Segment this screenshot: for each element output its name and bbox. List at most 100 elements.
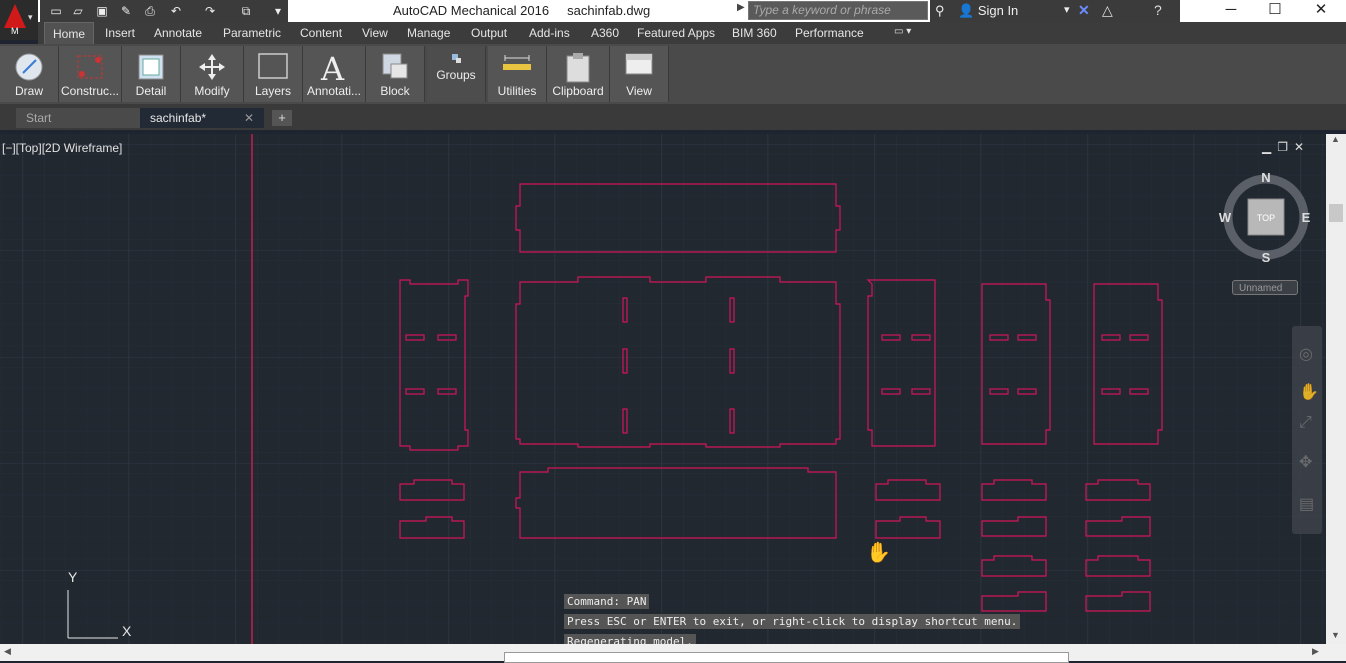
tab-content[interactable]: Content [300,26,342,40]
tab-parametric[interactable]: Parametric [223,26,281,40]
detail-icon [138,54,164,80]
scroll-up-icon[interactable]: ▲ [1331,134,1340,144]
drawing-canvas: Y X TOP N S E W [0,134,1326,644]
viewcube-top-face[interactable]: TOP [1257,213,1275,223]
modify-panel-button[interactable]: Modify [181,46,244,102]
compass-east[interactable]: E [1302,210,1311,225]
app-title: AutoCAD Mechanical 2016 [393,3,550,18]
viewport-minimize-icon[interactable]: ▁ [1262,140,1277,154]
binoculars-icon[interactable]: ⚲ [935,3,945,19]
tab-bim-360[interactable]: BIM 360 [732,26,777,40]
showmotion-icon[interactable]: ▤ [1299,494,1314,514]
detail-panel-button[interactable]: Detail [122,46,181,102]
search-expand-icon[interactable]: ▶ [737,2,745,13]
new-tab-button[interactable]: + [272,110,292,126]
layers-panel-button[interactable]: Layers [244,46,303,102]
sign-in-dropdown-icon[interactable]: ▾ [1064,3,1070,16]
tab-start[interactable]: Start [16,108,140,128]
help-icon[interactable]: ? [1154,2,1162,18]
minimize-button[interactable]: ─ [1208,0,1254,22]
move-icon [199,54,225,80]
tab-drawing-label: sachinfab* [150,111,207,125]
block-panel-button[interactable]: Block [366,46,425,102]
pan-icon[interactable]: ✋ [1299,382,1319,402]
tab-annotate[interactable]: Annotate [154,26,202,40]
annotation-panel-button[interactable]: A Annotati... [303,46,366,102]
construction-label: Construc... [60,84,120,98]
viewport-controls[interactable]: [−][Top][2D Wireframe] [2,141,122,155]
scroll-left-icon[interactable]: ◀ [4,646,11,657]
groups-panel-button[interactable]: Groups [427,46,486,102]
new-file-icon[interactable]: ▭ [48,3,64,19]
clipboard-panel-button[interactable]: Clipboard [547,46,610,102]
title-bar: ▭ ▱ ▣ ✎ ⎙ ↶ ↷ ⧉ ▾ AutoCAD Mechanical 201… [0,0,1346,22]
measure-icon [503,55,531,70]
command-history-line: Press ESC or ENTER to exit, or right-cli… [564,614,1021,629]
workspace-icon[interactable]: ⧉ [238,3,254,19]
tab-insert[interactable]: Insert [105,26,135,40]
pan-cursor-icon: ✋ [866,542,891,564]
tab-featured-apps[interactable]: Featured Apps [637,26,715,40]
clipboard-icon [566,53,590,83]
modify-label: Modify [194,84,230,98]
groups-icon [452,54,461,63]
scroll-thumb[interactable] [1329,204,1343,222]
tab-performance[interactable]: Performance [795,26,864,40]
tab-view[interactable]: View [362,26,388,40]
view-panel-button[interactable]: View [610,46,669,102]
command-line-input[interactable] [504,652,1069,663]
steering-wheel-icon[interactable]: ◎ [1299,344,1313,364]
tab-home[interactable]: Home [44,22,95,44]
search-input[interactable]: Type a keyword or phrase [748,1,928,20]
print-icon[interactable]: ⎙ [142,3,158,19]
utilities-panel-button[interactable]: Utilities [488,46,547,102]
tab-a360[interactable]: A360 [591,26,619,40]
exchange-apps-icon[interactable]: ✕ [1078,2,1090,19]
layers-icon [258,53,288,79]
save-icon[interactable]: ▣ [94,3,110,19]
drawing-area[interactable]: Y X TOP N S E W [−][Top][2D Wireframe] ▁… [0,134,1326,644]
tab-manage[interactable]: Manage [407,26,450,40]
autocad-logo-icon [4,4,26,28]
draw-panel-button[interactable]: Draw [0,46,59,102]
tab-output[interactable]: Output [471,26,507,40]
close-tab-icon[interactable]: ✕ [244,108,254,128]
command-history-line: Command: PAN [564,594,650,609]
compass-south[interactable]: S [1262,250,1271,265]
wcs-dropdown[interactable]: Unnamed [1232,280,1298,295]
construction-panel-button[interactable]: Construc... [59,46,122,102]
draw-icon [15,53,43,81]
redo-icon[interactable]: ↷ [202,3,218,19]
ucs-x-label: X [122,623,132,639]
vertical-scrollbar[interactable]: ▲ ▼ [1326,134,1346,644]
tab-drawing[interactable]: sachinfab* ✕ [140,108,264,128]
ribbon-minimize-icon[interactable]: ▭ ▾ [894,26,911,37]
detail-label: Detail [135,84,167,98]
application-menu-button[interactable]: M ▾ [0,0,38,40]
quick-access-toolbar: ▭ ▱ ▣ ✎ ⎙ ↶ ↷ ⧉ ▾ [40,0,288,22]
scroll-down-icon[interactable]: ▼ [1331,630,1340,640]
compass-north[interactable]: N [1261,170,1270,185]
open-file-icon[interactable]: ▱ [70,3,86,19]
save-as-icon[interactable]: ✎ [118,3,134,19]
block-icon [382,53,408,79]
tab-start-label: Start [26,111,52,125]
tab-add-ins[interactable]: Add-ins [529,26,570,40]
orbit-icon[interactable]: ✥ [1299,452,1312,472]
maximize-button[interactable]: ☐ [1252,0,1298,22]
view-label: View [626,84,652,98]
viewport-restore-icon[interactable]: ❐ [1277,140,1294,154]
undo-icon[interactable]: ↶ [168,3,184,19]
sign-in-button[interactable]: 👤 Sign In [958,3,1018,19]
wcs-label: Unnamed [1239,283,1283,294]
sign-in-label: Sign In [977,3,1019,18]
compass-west[interactable]: W [1219,210,1232,225]
scroll-right-icon[interactable]: ▶ [1312,646,1319,657]
viewport-close-icon[interactable]: ✕ [1294,140,1310,154]
file-name: sachinfab.dwg [567,3,651,18]
customize-qat-icon[interactable]: ▾ [270,3,286,19]
annotation-label: Annotati... [306,84,362,98]
zoom-extents-icon[interactable]: ⤢ [1299,414,1312,432]
a360-icon[interactable]: △ [1102,2,1113,19]
close-window-button[interactable]: ✕ [1298,0,1344,22]
